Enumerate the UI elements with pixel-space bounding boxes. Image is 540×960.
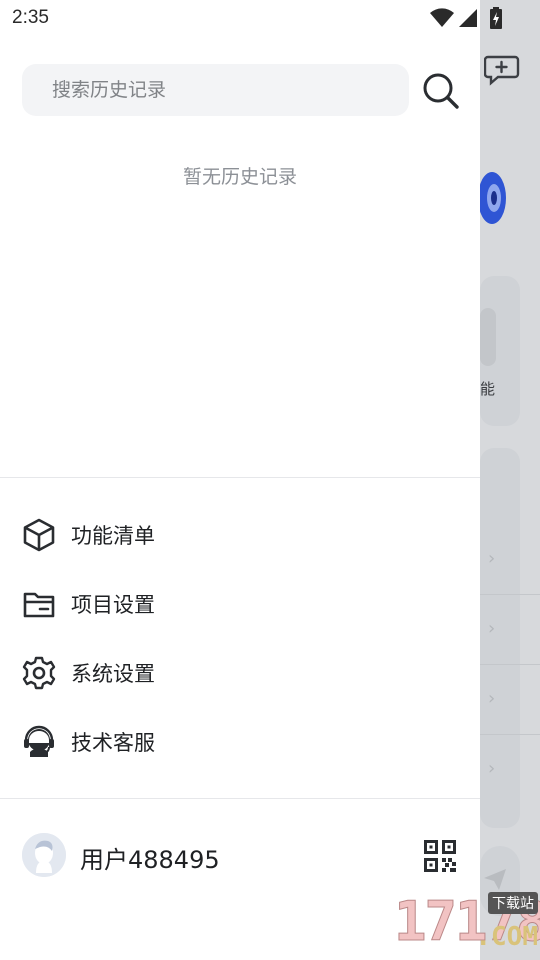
search-box[interactable] [22, 64, 409, 116]
background-tile [480, 308, 496, 366]
search-row [22, 64, 462, 118]
menu-item-project-settings[interactable]: 项目设置 [0, 569, 480, 638]
divider [480, 664, 540, 665]
folder-icon [22, 587, 56, 621]
divider [0, 798, 480, 799]
watermark-tag: 下载站 [488, 892, 538, 914]
gear-icon [22, 656, 56, 690]
menu-item-tech-support[interactable]: 技术客服 [0, 707, 480, 776]
menu-item-label: 项目设置 [71, 592, 155, 617]
wifi-icon [430, 8, 454, 32]
status-icons [430, 7, 502, 33]
navigation-drawer: 暂无历史记录 功能清单 项目设置 [0, 0, 480, 960]
divider [480, 594, 540, 595]
user-row[interactable]: 用户488495 [0, 820, 480, 890]
status-bar: 2:35 [0, 0, 540, 36]
headset-icon [22, 725, 56, 759]
watermark: 17178 下载站 .COM [308, 890, 540, 960]
menu-item-function-list[interactable]: 功能清单 [0, 500, 480, 569]
watermark-suffix: .COM [475, 922, 538, 952]
menu-item-label: 系统设置 [71, 661, 155, 686]
avatar[interactable] [22, 833, 66, 877]
new-chat-icon[interactable] [483, 54, 520, 90]
divider [0, 477, 480, 478]
chevron-right-icon: › [488, 758, 496, 779]
battery-icon [490, 7, 502, 33]
menu-item-system-settings[interactable]: 系统设置 [0, 638, 480, 707]
qr-code-icon[interactable] [424, 840, 456, 872]
menu-item-label: 功能清单 [71, 523, 155, 548]
drawer-menu: 功能清单 项目设置 系统设置 技术客服 [0, 500, 480, 776]
signal-icon [458, 8, 478, 32]
background-partial-label: 能 [480, 380, 496, 398]
search-input[interactable] [52, 76, 392, 104]
chevron-right-icon: › [488, 688, 496, 709]
background-list-card [480, 448, 520, 828]
menu-item-label: 技术客服 [71, 730, 155, 755]
chevron-right-icon: › [488, 548, 496, 569]
status-time: 2:35 [12, 7, 49, 28]
search-icon[interactable] [420, 70, 462, 112]
username: 用户488495 [80, 846, 220, 874]
empty-history-text: 暂无历史记录 [182, 166, 297, 188]
divider [480, 734, 540, 735]
chevron-right-icon: › [488, 618, 496, 639]
cube-icon [22, 518, 56, 552]
